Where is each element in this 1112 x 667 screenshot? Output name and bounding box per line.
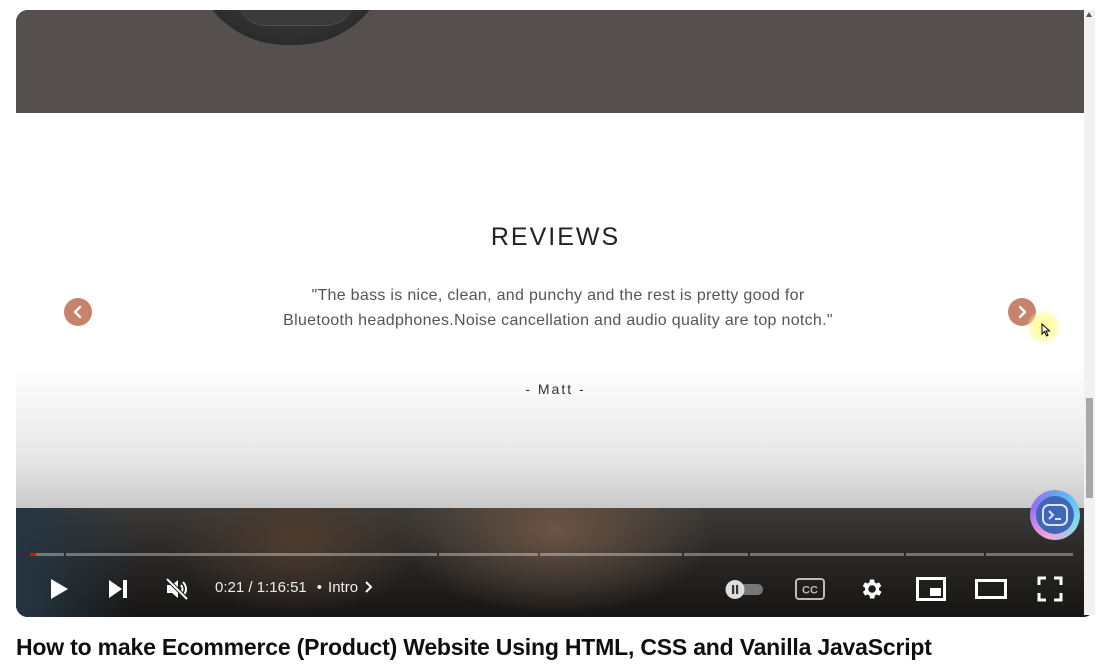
scroll-up-arrow-icon[interactable] <box>1086 12 1092 17</box>
miniplayer-icon <box>916 577 946 601</box>
mute-icon <box>165 577 189 601</box>
current-time: 0:21 <box>215 578 245 596</box>
autoplay-toggle-icon <box>725 580 763 599</box>
settings-icon <box>862 579 882 599</box>
captions-label: CC <box>802 585 818 597</box>
chapter-label: Intro <box>328 578 359 596</box>
scrollbar-thumb[interactable] <box>1086 398 1093 498</box>
reviews-heading: REVIEWS <box>490 223 621 251</box>
chapter-segment[interactable] <box>750 553 904 556</box>
settings-button[interactable] <box>856 566 886 612</box>
next-button[interactable] <box>104 566 132 612</box>
fullscreen-button[interactable] <box>1034 566 1066 612</box>
theater-mode-icon <box>975 579 1007 599</box>
mute-button[interactable] <box>162 566 192 612</box>
next-icon <box>109 580 127 598</box>
miniplayer-button[interactable] <box>914 566 948 612</box>
fullscreen-icon <box>1037 576 1063 602</box>
video-player[interactable]: REVIEWS "The bass is nice, clean, and pu… <box>16 10 1095 617</box>
mouse-cursor-icon <box>1041 323 1051 337</box>
headphones-image <box>191 10 391 45</box>
chapter-title-button[interactable]: Intro <box>328 579 374 596</box>
chapter-segment[interactable] <box>986 553 1073 556</box>
page-scrollbar[interactable] <box>1084 10 1095 615</box>
captions-icon: CC <box>795 578 825 600</box>
chapter-segment[interactable] <box>439 553 538 556</box>
review-author: - Matt - <box>525 381 586 397</box>
website-reviews-section: REVIEWS "The bass is nice, clean, and pu… <box>16 113 1095 508</box>
captions-button[interactable]: CC <box>794 566 826 612</box>
time-separator: / <box>244 578 257 596</box>
review-quote: "The bass is nice, clean, and punchy and… <box>283 287 833 329</box>
assistant-extension-button[interactable] <box>1030 490 1080 540</box>
previous-review-button[interactable] <box>64 298 92 326</box>
autoplay-toggle[interactable] <box>722 566 766 612</box>
total-duration: 1:16:51 <box>256 578 307 596</box>
theater-mode-button[interactable] <box>974 566 1008 612</box>
chevron-right-icon <box>365 581 373 593</box>
chevron-right-icon <box>1018 305 1027 319</box>
chapter-bullet: • <box>316 578 323 596</box>
progress-played <box>30 553 36 556</box>
chapter-segment[interactable] <box>66 553 437 556</box>
play-button[interactable] <box>44 566 74 612</box>
progress-bar[interactable] <box>30 553 1081 556</box>
chapter-segment[interactable] <box>684 553 748 556</box>
chapter-segment[interactable] <box>906 553 984 556</box>
video-title: How to make Ecommerce (Product) Website … <box>16 634 932 660</box>
time-display: 0:21 / 1:16:51 • Intro <box>215 566 374 608</box>
chapter-segment[interactable] <box>540 553 682 556</box>
play-icon <box>51 579 68 599</box>
player-controls: 0:21 / 1:16:51 • Intro CC <box>16 566 1095 612</box>
chapter-segment[interactable] <box>30 553 64 556</box>
terminal-icon <box>1042 504 1068 526</box>
video-frame-top <box>16 10 1095 113</box>
chevron-left-icon <box>73 305 82 319</box>
